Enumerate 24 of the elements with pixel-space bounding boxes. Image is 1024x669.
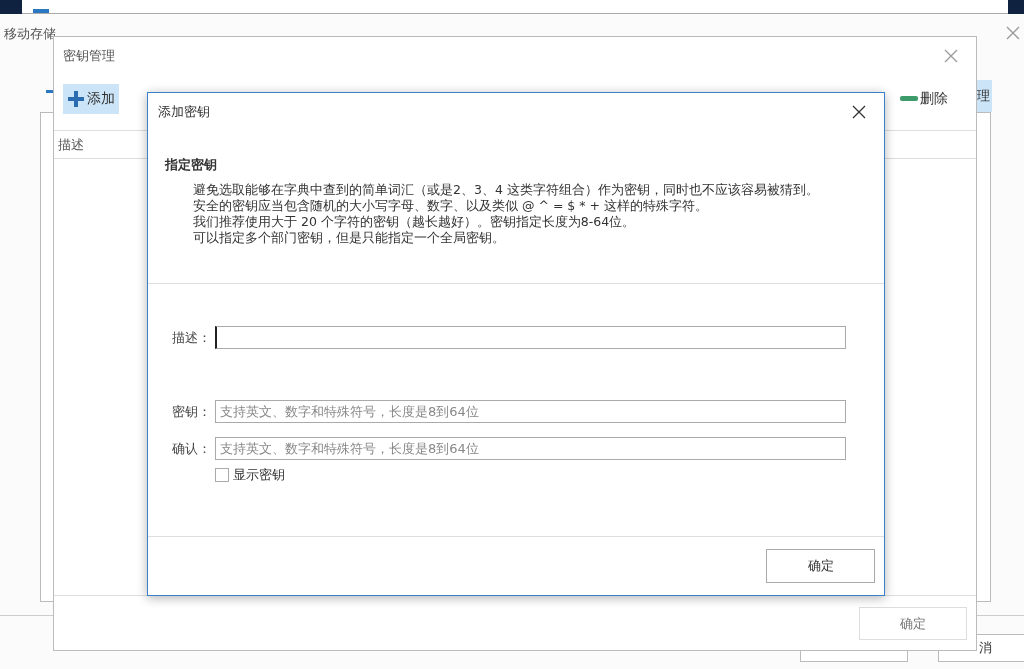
field-label: 密钥： <box>172 402 212 421</box>
dialog-title: 添加密钥 <box>158 103 210 121</box>
tab-indicator <box>33 9 49 13</box>
input-field[interactable]: 支持英文、数字和特殊符号，长度是8到64位 <box>215 437 846 460</box>
field-label: 描述： <box>172 328 212 347</box>
delete-button[interactable]: 删除 <box>896 84 952 114</box>
close-icon[interactable] <box>852 105 866 119</box>
column-header: 描述 <box>58 135 84 154</box>
ok-button[interactable]: 确定 <box>766 549 875 583</box>
checkbox-label: 显示密钥 <box>233 466 285 484</box>
input-field[interactable]: 支持英文、数字和特殊符号，长度是8到64位 <box>215 400 846 423</box>
add-button[interactable]: 添加 <box>63 84 119 114</box>
checkbox[interactable] <box>215 468 229 482</box>
instruction-text: 安全的密钥应当包含随机的大小写字母、数字、以及类似 @ ^ = $ * + 这样的特殊字符。 <box>193 198 709 214</box>
field-label: 确认： <box>172 439 212 458</box>
instruction-text: 可以指定多个部门密钥，但是只能指定一个全局密钥。 <box>193 230 506 246</box>
instruction-text: 我们推荐使用大于 20 个字符的密钥（越长越好）。密钥指定长度为8-64位。 <box>193 214 637 230</box>
window-title: 密钥管理 <box>63 47 115 65</box>
instruction-text: 避免选取能够在字典中查到的简单词汇（或是2、3、4 这类字符组合）作为密钥，同时也不应该容易被猜到。 <box>193 182 820 198</box>
ok-button[interactable]: 确定 <box>859 607 967 640</box>
input-field[interactable] <box>215 326 846 349</box>
plus-icon <box>67 90 85 108</box>
minus-icon <box>900 96 918 102</box>
section-title: 指定密钥 <box>165 156 218 174</box>
